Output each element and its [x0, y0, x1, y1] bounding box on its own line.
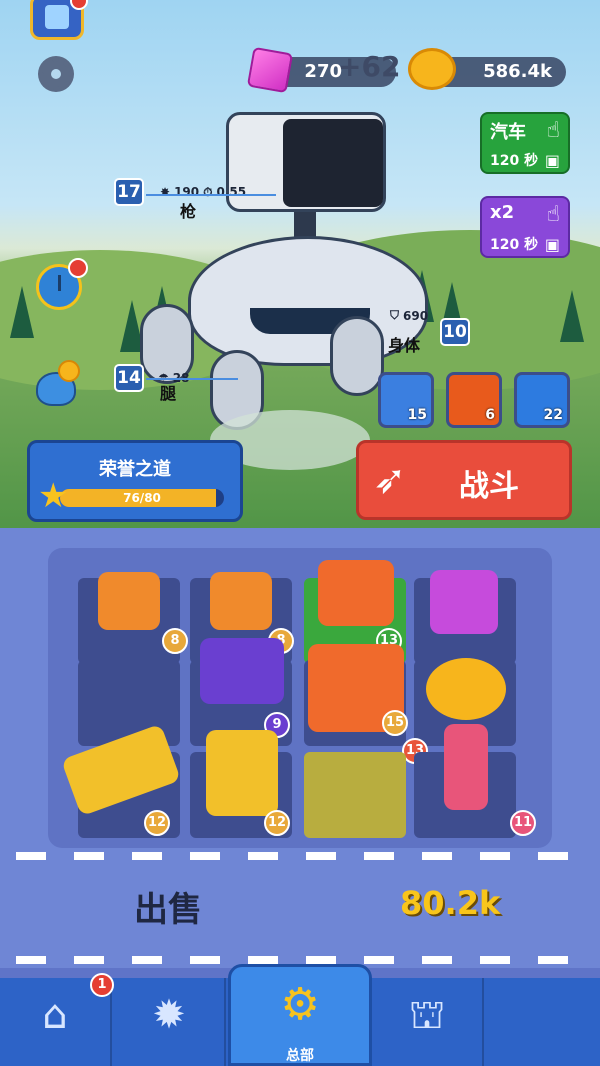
tab-weapons[interactable]: ✹	[114, 978, 226, 1066]
list-icon	[45, 5, 69, 29]
drill-head-part	[206, 730, 278, 816]
honor-road-button[interactable]: 荣誉之道 76/80 ★	[27, 440, 243, 522]
grid-cell-empty-selected[interactable]	[304, 752, 406, 838]
body-armor-stat: ⛉ 690	[386, 308, 428, 323]
grid-cell[interactable]: 11	[414, 724, 536, 838]
gold-amount: 586.4k	[483, 61, 552, 82]
settings-gear-icon[interactable]	[38, 56, 74, 92]
grid-cell[interactable]: 12	[190, 730, 292, 838]
fire-skill-icon[interactable]: 6	[446, 372, 502, 428]
sell-label: 出售	[134, 890, 202, 930]
star-icon: ★	[38, 476, 69, 516]
boost-title: x2	[490, 202, 515, 223]
gem-amount: 270	[304, 61, 342, 82]
coin-icon	[58, 360, 80, 382]
item-level: 8	[162, 628, 188, 654]
gem-cube-icon	[246, 46, 294, 94]
shop-icon: ⌂	[42, 992, 68, 1038]
item-level: 12	[264, 810, 290, 836]
shield-skill-icon[interactable]: 15	[378, 372, 434, 428]
damage-icon: ✸	[160, 185, 171, 199]
gem-cubes-reward	[430, 570, 498, 634]
grid-cell-empty[interactable]	[78, 660, 180, 746]
video-ad-icon: ▣	[544, 151, 560, 170]
tab-label: 总部	[286, 1048, 314, 1064]
saw-weapon-icon: ✹	[152, 992, 186, 1038]
gun-fire-rate: 0.55	[216, 185, 247, 199]
gun-level: 17	[114, 178, 144, 206]
tab-empty	[486, 978, 598, 1066]
tap-hand-icon: ☝	[546, 202, 560, 227]
tap-hand-icon: ☝	[546, 118, 560, 143]
missiles-icon: ➶	[373, 457, 407, 503]
boost-duration: 120 秒	[490, 153, 539, 169]
gold-coin-icon	[408, 48, 456, 90]
gold-coins-reward	[426, 658, 506, 720]
shop-badge: 1	[90, 973, 114, 997]
legs-name: 腿	[160, 384, 177, 403]
item-level: 12	[144, 810, 170, 836]
grid-cell[interactable]: 12	[60, 723, 182, 838]
body-armor: 690	[403, 308, 429, 323]
body-level[interactable]: 10	[440, 318, 470, 346]
robot-arm-icon: ⚙	[280, 979, 320, 1030]
grid-cell[interactable]: 15	[304, 644, 408, 746]
garage-icon: ⛫	[408, 992, 446, 1038]
jet-pack-part	[98, 572, 160, 630]
connector-line	[146, 194, 276, 196]
gun-damage: 190	[174, 185, 200, 199]
divider-dashes	[16, 956, 586, 964]
lightning-skill-icon[interactable]: 22	[514, 372, 570, 428]
gun-name: 枪	[180, 202, 197, 221]
skill-count: 6	[485, 407, 495, 423]
robot-gun-head	[226, 112, 386, 212]
grid-cell[interactable]	[414, 570, 516, 664]
item-level: 15	[382, 710, 408, 736]
skill-count: 22	[543, 407, 563, 423]
armor-shield-icon: ⛉	[390, 308, 400, 322]
item-level: 11	[510, 810, 536, 836]
double-boost-button[interactable]: x2 ☝ 120 秒 ▣	[480, 196, 570, 258]
gem-gain: +62	[338, 50, 401, 83]
divider-dashes	[16, 852, 586, 860]
honor-progress-text: 76/80	[123, 491, 161, 505]
mech-leg-part	[444, 724, 488, 810]
tab-garage[interactable]: ⛫	[372, 978, 484, 1066]
crab-leg-part	[318, 560, 394, 626]
grid-cell[interactable]: 8	[78, 572, 188, 664]
fire-rate-icon: ⏱	[203, 184, 213, 199]
car-boost-button[interactable]: 汽车 ☝ 120 秒 ▣	[480, 112, 570, 174]
jet-pack-part	[210, 572, 272, 630]
boost-title: 汽车	[490, 122, 526, 143]
tank-body-part	[200, 638, 284, 704]
battle-button[interactable]: ➶ 战斗	[356, 440, 572, 520]
battle-label: 战斗	[459, 469, 519, 504]
robot-leg-right	[330, 316, 384, 396]
skill-count: 15	[407, 407, 427, 423]
notification-dot	[68, 258, 88, 278]
sell-value: 80.2k	[400, 884, 501, 922]
video-ad-icon: ▣	[544, 235, 560, 254]
boost-duration: 120 秒	[490, 237, 539, 253]
tab-headquarters[interactable]: ⚙ 总部	[228, 964, 372, 1066]
legs-level: 14	[114, 364, 144, 392]
body-name: 身体	[388, 336, 421, 355]
